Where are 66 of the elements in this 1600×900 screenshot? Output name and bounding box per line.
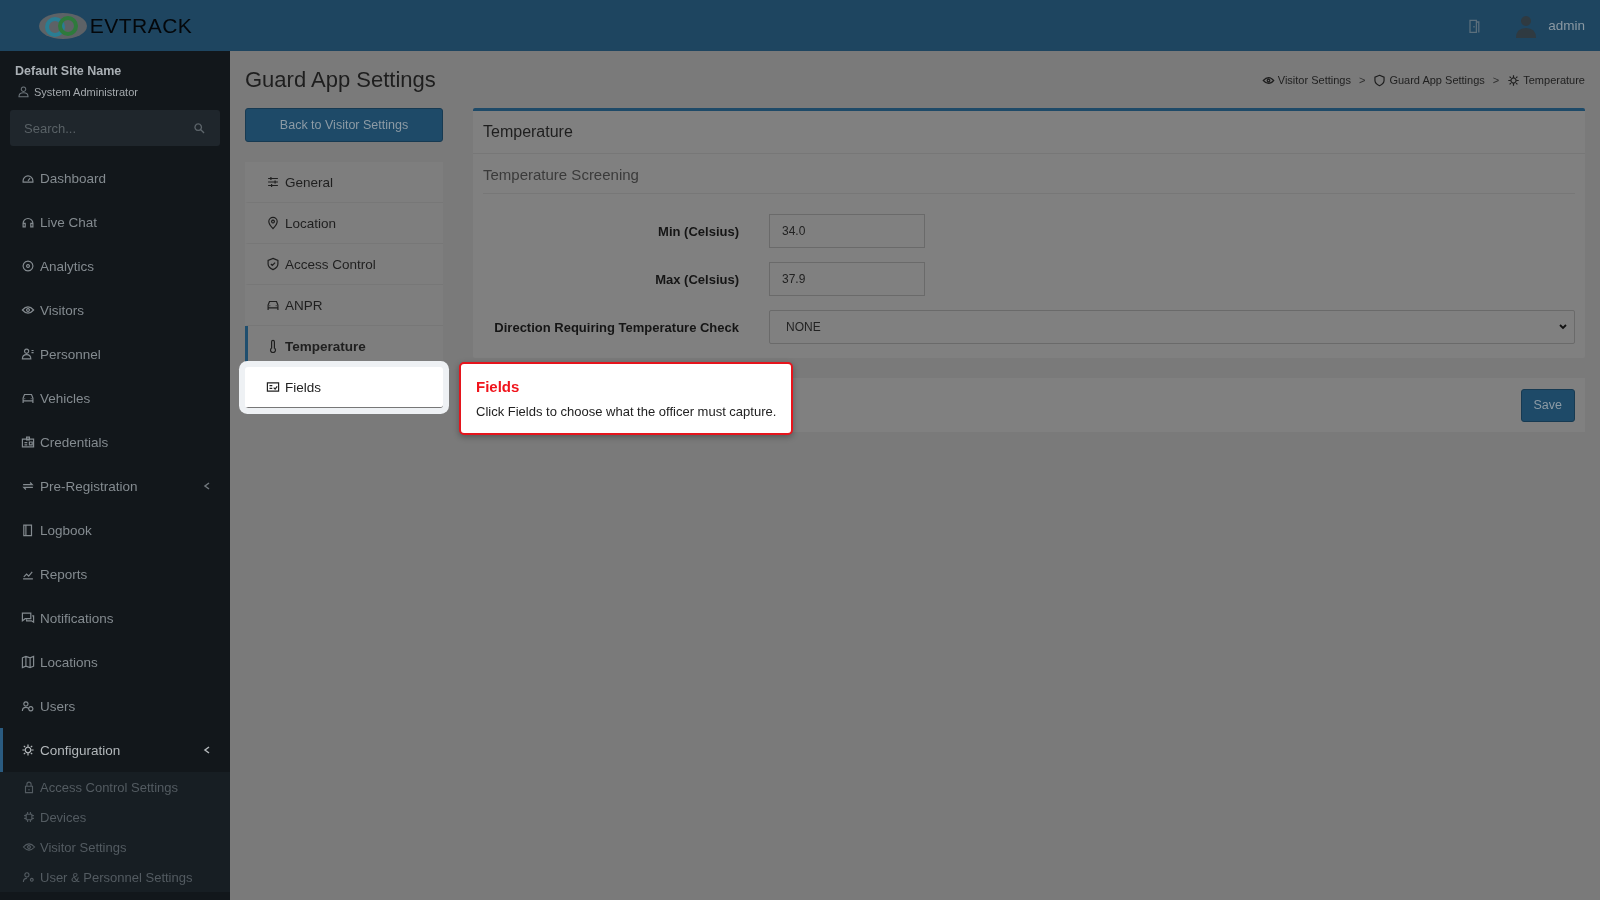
headset-icon bbox=[21, 215, 35, 229]
eye-icon bbox=[22, 840, 36, 854]
car-icon bbox=[21, 391, 35, 405]
sliders-icon bbox=[266, 175, 280, 189]
submenu-item[interactable]: Access Control Settings bbox=[0, 772, 230, 802]
nav-item[interactable]: Analytics bbox=[0, 244, 230, 288]
select-field[interactable]: NONE bbox=[769, 310, 1575, 344]
target-icon bbox=[21, 259, 35, 273]
submenu-item[interactable]: Visitor Settings bbox=[0, 832, 230, 862]
nav-item[interactable]: Notifications bbox=[0, 596, 230, 640]
form-icon bbox=[266, 380, 280, 394]
car-icon bbox=[266, 298, 280, 312]
submenu-item[interactable]: User & Personnel Settings bbox=[0, 862, 230, 892]
search-field[interactable]: Search... bbox=[10, 110, 220, 146]
user-role: System Administrator bbox=[34, 85, 138, 98]
user-icon bbox=[17, 85, 30, 98]
nav-item[interactable]: Live Chat bbox=[0, 200, 230, 244]
submenu-item[interactable]: Devices bbox=[0, 802, 230, 832]
save-button[interactable]: Save bbox=[1520, 388, 1575, 422]
field-label: Min (Celsius) bbox=[657, 223, 739, 239]
page-title: Guard App Settings bbox=[245, 67, 436, 93]
id-card-icon bbox=[21, 435, 35, 449]
map-icon bbox=[21, 655, 35, 669]
popover-text: Click Fields to choose what the officer must capture. bbox=[476, 404, 776, 419]
user-name[interactable]: admin bbox=[1548, 18, 1585, 33]
arrows-icon bbox=[21, 479, 35, 493]
breadcrumb-link[interactable]: Visitor Settings bbox=[1261, 73, 1351, 87]
back-button[interactable]: Back to Visitor Settings bbox=[245, 108, 443, 142]
person-icon bbox=[21, 347, 35, 361]
field-label: Max (Celsius) bbox=[654, 271, 739, 287]
avatar-icon bbox=[1514, 13, 1539, 38]
breadcrumb-link[interactable]: Guard App Settings bbox=[1373, 73, 1485, 87]
input-field[interactable]: 37.9 bbox=[769, 262, 925, 296]
eye-icon bbox=[21, 303, 35, 317]
nav-item[interactable]: Credentials bbox=[0, 420, 230, 464]
logo-text: EVTRACK bbox=[89, 13, 193, 38]
user-gear-icon bbox=[22, 870, 36, 884]
popover-title: Fields bbox=[476, 378, 521, 395]
section-title: Temperature Screening bbox=[483, 166, 1575, 194]
nav-item[interactable]: Dashboard bbox=[0, 156, 230, 200]
search-icon bbox=[193, 122, 206, 135]
nav-item[interactable]: Users bbox=[0, 684, 230, 728]
breadcrumb-link[interactable]: Temperature bbox=[1507, 73, 1585, 87]
pin-icon bbox=[266, 216, 280, 230]
chevron-icon bbox=[1558, 322, 1568, 332]
field-label: Direction Requiring Temperature Check bbox=[493, 319, 739, 335]
site-name: Default Site Name bbox=[15, 64, 123, 78]
shield-icon bbox=[266, 257, 280, 271]
chat-icon bbox=[21, 611, 35, 625]
card-title: Temperature bbox=[473, 111, 1585, 154]
lock-icon bbox=[22, 780, 36, 794]
shield-icon bbox=[1373, 73, 1387, 87]
logo-icon bbox=[37, 10, 88, 41]
input-field[interactable]: 34.0 bbox=[769, 214, 925, 248]
users-icon bbox=[21, 699, 35, 713]
nav-item[interactable]: Reports bbox=[0, 552, 230, 596]
nav-item[interactable]: Pre-Registration bbox=[0, 464, 230, 508]
breadcrumb-separator: > bbox=[1492, 74, 1500, 86]
nav-item[interactable]: Vehicles bbox=[0, 376, 230, 420]
nav-item[interactable]: Personnel bbox=[0, 332, 230, 376]
nav-item[interactable]: Visitors bbox=[0, 288, 230, 332]
chip-icon bbox=[22, 810, 36, 824]
book-icon bbox=[21, 523, 35, 537]
breadcrumb-separator: > bbox=[1358, 74, 1366, 86]
nav-item[interactable]: Logbook bbox=[0, 508, 230, 552]
nav-item[interactable]: Locations bbox=[0, 640, 230, 684]
